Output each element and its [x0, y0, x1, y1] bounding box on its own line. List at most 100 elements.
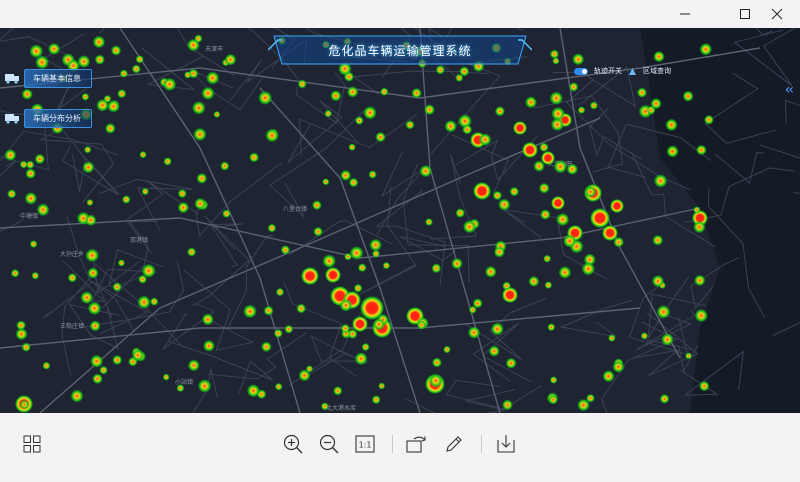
heat-point: [566, 163, 578, 175]
heat-point: [522, 142, 538, 158]
vehicle-info-button[interactable]: 车辆基本信息: [0, 68, 92, 88]
heat-point: [348, 177, 359, 188]
minimize-button[interactable]: [662, 0, 708, 28]
heat-point: [549, 376, 558, 384]
heat-point: [694, 274, 706, 287]
heat-point: [29, 240, 38, 249]
heat-point: [92, 35, 106, 49]
heat-point: [90, 354, 104, 368]
edit-button[interactable]: [442, 432, 466, 456]
heat-point: [382, 261, 391, 270]
heat-point: [197, 379, 212, 393]
heat-point: [206, 71, 220, 85]
vehicle-info-label: 车辆基本信息: [24, 68, 92, 88]
actual-size-text: 1:1: [359, 441, 372, 450]
heat-point: [455, 208, 466, 218]
heat-point: [419, 164, 432, 178]
heat-point: [375, 131, 386, 143]
heat-point: [188, 68, 199, 79]
heat-point: [81, 92, 90, 101]
heat-point: [613, 236, 624, 248]
heat-point: [284, 324, 294, 334]
heatmap-map[interactable]: 天津市八里台镇双港镇大孙庄乡王稳庄镇小站镇北大港水库大港油田中塘镇: [0, 28, 800, 413]
heat-point: [612, 360, 625, 373]
heat-point: [339, 299, 353, 312]
heat-point: [150, 297, 159, 306]
image-viewport[interactable]: 天津市八里台镇双港镇大孙庄乡王稳庄镇小站镇北大港水库大港油田中塘镇 危化品车辆运…: [0, 28, 800, 413]
collapse-chevron-icon[interactable]: ‹‹: [785, 82, 794, 98]
area-query-icon[interactable]: [628, 67, 637, 76]
toolbar-divider: [481, 435, 482, 453]
heat-point: [354, 116, 364, 125]
toolbar-divider: [392, 435, 393, 453]
heat-point: [89, 320, 101, 332]
heat-point: [451, 257, 463, 270]
heat-point: [544, 281, 553, 289]
heat-point: [297, 79, 307, 89]
heat-point: [694, 308, 708, 323]
grid-icon: [23, 435, 41, 453]
gallery-view-button[interactable]: [20, 432, 44, 456]
heat-point: [589, 101, 599, 110]
heat-point: [305, 365, 314, 373]
heat-point: [492, 190, 503, 201]
heat-point: [26, 160, 35, 169]
heat-point: [513, 121, 527, 135]
heat-point: [525, 96, 537, 109]
place-label: 大孙庄乡: [60, 250, 84, 258]
heat-point: [640, 332, 649, 340]
heat-point: [467, 326, 481, 339]
one-to-one-icon: 1:1: [355, 435, 375, 453]
heat-point: [330, 90, 342, 102]
heat-point: [369, 238, 382, 252]
heat-point: [24, 192, 38, 205]
heat-point: [424, 104, 435, 116]
heat-point: [538, 182, 550, 194]
place-label: 王稳庄镇: [60, 322, 84, 330]
heat-point: [31, 271, 40, 280]
heat-point: [584, 186, 597, 198]
heat-point: [258, 90, 273, 105]
zoom-in-button[interactable]: [281, 432, 305, 456]
vehicle-distribution-button[interactable]: 车辆分布分析: [0, 108, 92, 128]
maximize-icon: [740, 9, 750, 19]
heat-point: [543, 254, 552, 263]
heat-point: [131, 349, 144, 362]
heat-point: [666, 145, 679, 158]
heat-point: [42, 361, 51, 370]
area-query-label[interactable]: 区域查询: [643, 66, 671, 76]
heat-point: [201, 86, 215, 100]
heat-point: [194, 34, 203, 43]
heat-point: [665, 118, 678, 132]
heat-point: [177, 201, 189, 214]
rotate-button[interactable]: [405, 432, 429, 456]
heat-point: [405, 120, 415, 130]
heat-point: [528, 275, 540, 287]
rotate-icon: [406, 436, 426, 453]
heat-point: [224, 53, 237, 66]
heat-point: [540, 209, 551, 220]
heat-point: [117, 259, 125, 267]
heat-point: [693, 220, 706, 234]
heat-point: [428, 373, 443, 388]
heat-point: [462, 220, 477, 234]
heat-point: [141, 263, 156, 278]
zoom-in-icon: [283, 434, 303, 454]
heat-point: [82, 161, 95, 174]
heat-point: [550, 118, 565, 132]
place-label: 八里台镇: [283, 205, 307, 213]
actual-size-button[interactable]: 1:1: [353, 432, 377, 456]
map-toggles: 轨迹开关 区域查询: [574, 66, 671, 76]
heat-point: [92, 373, 103, 385]
save-button[interactable]: [494, 432, 518, 456]
heat-point: [549, 49, 560, 59]
heat-point: [472, 298, 483, 309]
heat-point: [340, 169, 352, 181]
heat-point: [87, 301, 102, 315]
heat-point: [267, 223, 277, 233]
heat-point: [201, 313, 214, 326]
heat-point: [354, 352, 368, 366]
zoom-out-button[interactable]: [317, 432, 341, 456]
close-button[interactable]: [754, 0, 800, 28]
track-switch[interactable]: [574, 67, 588, 75]
